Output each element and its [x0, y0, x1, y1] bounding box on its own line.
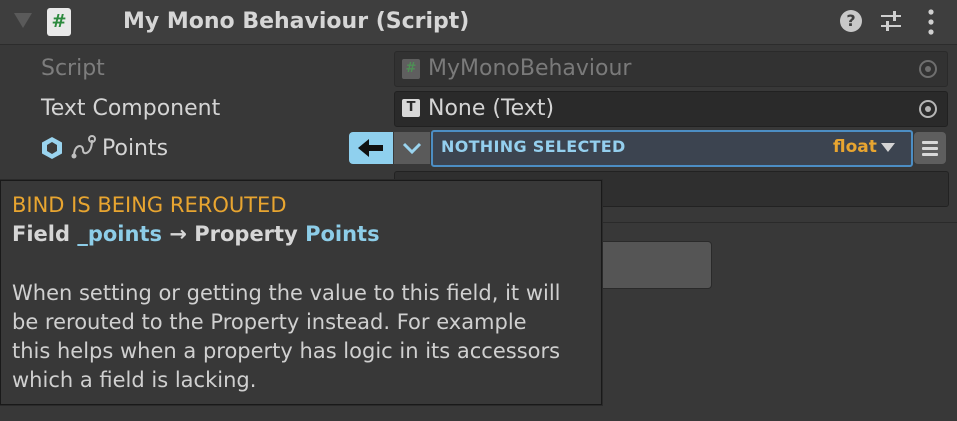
tooltip-body-line: When setting or getting the value to thi…: [12, 281, 561, 305]
list-button[interactable]: [914, 132, 946, 164]
help-icon[interactable]: ?: [840, 10, 862, 32]
bind-selection-text: NOTHING SELECTED: [441, 137, 626, 156]
text-component-label: Text Component: [41, 96, 221, 121]
tooltip-body: When setting or getting the value to thi…: [12, 279, 597, 395]
list-icon: [922, 147, 938, 150]
foldout-triangle-icon[interactable]: [14, 13, 32, 28]
object-picker-icon[interactable]: [919, 100, 937, 118]
reroute-button[interactable]: [349, 132, 393, 164]
tooltip-body-line: be rerouted to the Property instead. For…: [12, 310, 527, 334]
tooltip-field-name: _points: [77, 222, 162, 246]
list-icon: [922, 141, 938, 144]
tooltip-body-line: which a field is lacking.: [12, 368, 257, 392]
script-icon: #: [402, 59, 420, 79]
points-label: Points: [102, 136, 169, 161]
presets-icon[interactable]: [880, 10, 902, 32]
list-icon: [922, 153, 938, 156]
caret-down-icon[interactable]: [881, 143, 895, 152]
tooltip-subtitle: Field _points → Property Points: [12, 220, 380, 248]
component-title[interactable]: My Mono Behaviour (Script): [123, 8, 469, 36]
tooltip-body-line: this helps when a property has logic in …: [12, 339, 561, 363]
tooltip-arrow: →: [169, 222, 187, 246]
hexagon-icon: [42, 137, 62, 159]
script-icon: #: [47, 8, 71, 36]
chevron-down-icon: [402, 142, 422, 155]
tooltip-title: BIND IS BEING REROUTED: [12, 193, 287, 217]
type-label[interactable]: float: [833, 136, 877, 158]
text-component-field[interactable]: T None (Text): [394, 91, 948, 127]
script-field: # MyMonoBehaviour: [394, 51, 948, 87]
path-icon: [71, 135, 96, 159]
bind-dropdown-button[interactable]: [394, 132, 430, 164]
tooltip-property-name: Points: [305, 222, 380, 246]
arrow-left-icon: [358, 139, 383, 157]
object-picker-icon: [919, 60, 937, 78]
tooltip-property-word: Property: [194, 222, 298, 246]
tooltip-field-word: Field: [12, 222, 71, 246]
script-label: Script: [41, 56, 105, 81]
script-field-value: MyMonoBehaviour: [428, 56, 632, 81]
menu-icon[interactable]: [928, 9, 934, 35]
text-type-icon: T: [402, 99, 420, 117]
text-component-value: None (Text): [428, 96, 555, 121]
